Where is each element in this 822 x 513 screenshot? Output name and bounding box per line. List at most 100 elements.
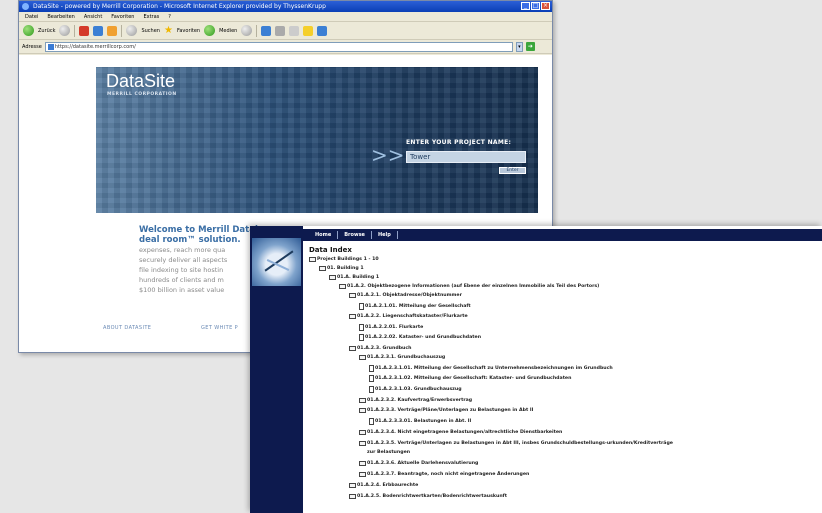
tree-document[interactable]: 01.A.2.3.1.01. Mitteilung der Gesellscha… — [369, 365, 613, 372]
document-icon — [359, 324, 364, 331]
brand-logo: DataSite — [106, 71, 176, 91]
tree-folder[interactable]: 01.A.2.5. Bodenrichtwertkarten/Bodenrich… — [349, 494, 507, 499]
tree-folder[interactable]: 01.A.2.3.1. Grundbuchauszug — [359, 355, 445, 360]
address-bar: Adresse https://datasite.merrillcorp.com… — [19, 40, 552, 54]
close-button[interactable]: × — [541, 2, 550, 10]
brand-subtitle: MERRILL CORPORATION — [107, 92, 177, 97]
menu-help[interactable]: ? — [168, 12, 171, 21]
menu-ansicht[interactable]: Ansicht — [84, 12, 102, 21]
maximize-button[interactable]: □ — [531, 2, 540, 10]
tree-document[interactable]: 01.A.2.3.3.01. Belastungen in Abt. II — [369, 418, 471, 425]
enter-button[interactable]: Enter — [499, 167, 526, 174]
nav-home[interactable]: Home — [309, 231, 339, 239]
page-icon — [47, 43, 54, 50]
tree-label: 01.A.2.3.6. Aktuelle Darlehensvalutierun… — [367, 461, 479, 466]
folder-icon — [359, 472, 366, 477]
menu-extras[interactable]: Extras — [143, 12, 159, 21]
tree-folder[interactable]: 01.A.2.3.7. Beantragte, noch nicht einge… — [359, 472, 529, 477]
stop-icon[interactable] — [79, 25, 90, 36]
nav-help[interactable]: Help — [372, 231, 398, 239]
folder-icon — [329, 275, 336, 280]
tree-label: 01.A.2.3.4. Nicht eingetragene Belastung… — [367, 430, 563, 435]
tree-label: zur Belastungen — [367, 450, 411, 455]
title-bar: DataSite - powered by Merrill Corporatio… — [19, 1, 552, 12]
back-arrow-icon[interactable] — [23, 25, 34, 36]
address-value: https://datasite.merrillcorp.com/ — [54, 43, 136, 50]
favorites-label[interactable]: Favoriten — [177, 28, 200, 34]
mail-icon[interactable] — [261, 25, 272, 36]
tree-document[interactable]: 01.A.2.2.01. Flurkarte — [359, 324, 423, 331]
back-label[interactable]: Zurück — [38, 28, 55, 34]
welcome-title-line-1: Welcome to Merrill Datal — [139, 225, 258, 235]
tree-folder[interactable]: 01.A.2.1. Objektadresse/Objektnummer — [349, 293, 462, 298]
tree-label: 01.A.2.3.1.03. Grundbuchauszug — [375, 387, 462, 392]
tree-folder[interactable]: 01.A.2.2. Liegenschaftskataster/Flurkart… — [349, 314, 468, 319]
address-input[interactable]: https://datasite.merrillcorp.com/ — [44, 41, 513, 52]
go-arrow-icon[interactable]: ➜ — [525, 42, 535, 51]
folder-icon — [359, 461, 366, 466]
tree-folder[interactable]: zur Belastungen — [367, 450, 410, 455]
messenger-icon[interactable] — [317, 25, 328, 36]
document-icon — [359, 334, 364, 341]
media-icon[interactable] — [204, 25, 216, 36]
tree-document[interactable]: 01.A.2.3.1.02. Mitteilung der Gesellscha… — [369, 375, 571, 382]
nav-browse[interactable]: Browse — [338, 231, 372, 239]
tree-label: 01.A.2. Objektbezogene Informationen (au… — [347, 284, 600, 289]
folder-icon — [319, 266, 326, 271]
tree-folder[interactable]: 01.A.2.3.2. Kaufvertrag/Erwerbsvertrag — [359, 398, 472, 403]
folder-icon[interactable] — [303, 25, 314, 36]
tree-folder[interactable]: Project Buildings 1 - 10 — [309, 257, 379, 262]
folder-icon — [359, 398, 366, 403]
tree-label: 01.A.2.3. Grundbuch — [357, 346, 412, 351]
tree-document[interactable]: 01.A.2.3.1.03. Grundbuchauszug — [369, 386, 462, 393]
project-name-input[interactable]: Tower — [406, 151, 526, 163]
about-datasite-link[interactable]: ABOUT DATASITE — [103, 325, 151, 331]
tree-folder[interactable]: 01.A. Building 1 — [329, 275, 379, 280]
media-label[interactable]: Medien — [219, 28, 237, 34]
white-paper-link[interactable]: GET WHITE P — [201, 325, 238, 331]
print-icon[interactable] — [275, 25, 286, 36]
tree-document[interactable]: 01.A.2.2.02. Kataster- und Grundbuchdate… — [359, 334, 481, 341]
document-icon — [369, 418, 374, 425]
edit-icon[interactable] — [289, 25, 300, 36]
top-nav: Home Browse Help — [303, 229, 822, 241]
tree-label: 01.A.2.3.1. Grundbuchauszug — [367, 355, 446, 360]
tree-folder[interactable]: 01.A.2.3. Grundbuch — [349, 346, 412, 351]
welcome-body-line: securely deliver all aspects — [139, 256, 228, 264]
document-icon — [369, 386, 374, 393]
tree-folder[interactable]: 01.A.2.3.6. Aktuelle Darlehensvalutierun… — [359, 461, 478, 466]
tree-document[interactable]: 01.A.2.1.01. Mitteilung der Gesellschaft — [359, 303, 471, 310]
toolbar: Zurück Suchen ★ Favoriten Medien — [19, 22, 552, 40]
forward-arrow-icon[interactable] — [59, 25, 71, 36]
tree-folder[interactable]: 01.A.2.3.4. Nicht eingetragene Belastung… — [359, 430, 562, 435]
tree-label: 01.A.2.3.5. Verträge/Unterlagen zu Belas… — [367, 441, 673, 446]
tree-folder[interactable]: 01.A.2.3.5. Verträge/Unterlagen zu Belas… — [359, 441, 673, 446]
refresh-icon[interactable] — [93, 25, 104, 36]
minimize-button[interactable]: _ — [521, 2, 530, 10]
folder-icon — [349, 314, 356, 319]
welcome-body-line: file indexing to site hostin — [139, 266, 224, 274]
menu-favoriten[interactable]: Favoriten — [111, 12, 134, 21]
folder-icon — [339, 284, 346, 289]
home-icon[interactable] — [107, 25, 118, 36]
menu-datei[interactable]: Datei — [25, 12, 38, 21]
data-index-window: Home Browse Help Data Index Project Buil… — [250, 226, 822, 513]
tree-label: 01.A.2.2. Liegenschaftskataster/Flurkart… — [357, 314, 468, 319]
tree-label: Project Buildings 1 - 10 — [317, 257, 379, 262]
tree-folder[interactable]: 01.A.2. Objektbezogene Informationen (au… — [339, 284, 599, 289]
tree-folder[interactable]: 01. Building 1 — [319, 266, 364, 271]
toolbar-separator — [74, 24, 76, 37]
address-dropdown-icon[interactable]: ▾ — [515, 41, 523, 52]
tree-label: 01.A.2.4. Erbbaurechte — [357, 483, 419, 488]
tree-label: 01.A.2.3.1.01. Mitteilung der Gesellscha… — [375, 366, 613, 371]
tree-label: 01.A.2.1. Objektadresse/Objektnummer — [357, 293, 462, 298]
tree-folder[interactable]: 01.A.2.4. Erbbaurechte — [349, 483, 418, 488]
welcome-body-line: $100 billion in asset value — [139, 286, 225, 294]
search-label[interactable]: Suchen — [141, 28, 160, 34]
ie-icon — [22, 3, 29, 10]
history-icon[interactable] — [241, 25, 253, 36]
favorites-star-icon[interactable]: ★ — [164, 25, 173, 36]
search-icon[interactable] — [126, 25, 138, 36]
tree-folder[interactable]: 01.A.2.3.3. Verträge/Pläne/Unterlagen zu… — [359, 408, 533, 413]
menu-bearbeiten[interactable]: Bearbeiten — [47, 12, 74, 21]
